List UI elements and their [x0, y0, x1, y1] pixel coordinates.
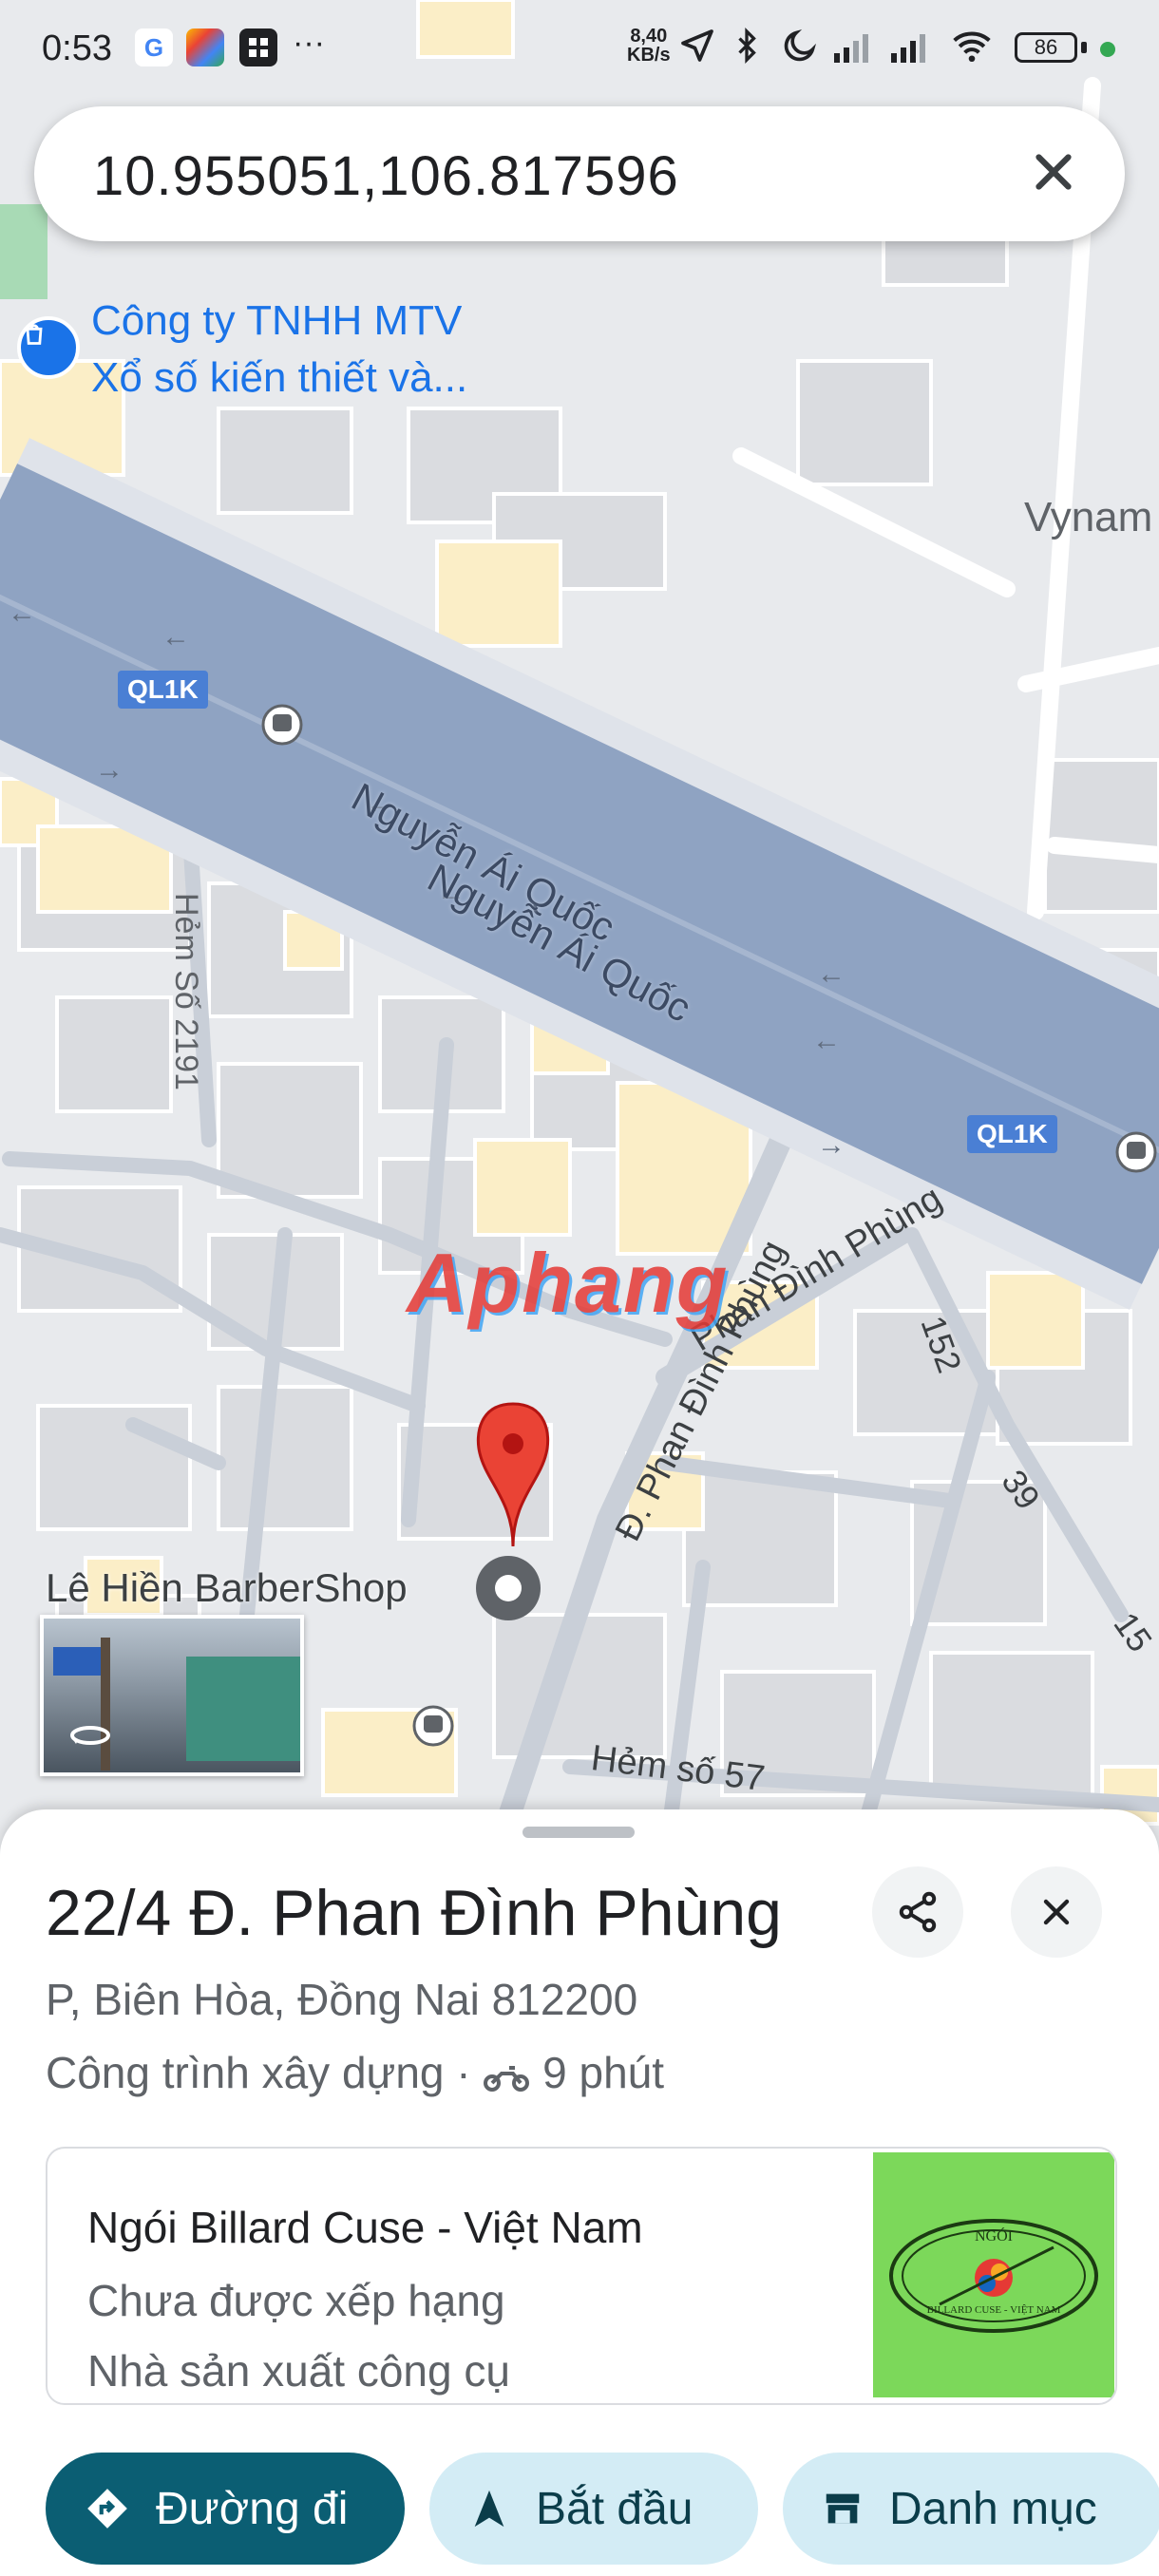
start-label: Bắt đầu [536, 2483, 694, 2534]
start-navigation-button[interactable]: Bắt đầu [429, 2453, 758, 2565]
net-speed-value: 8,40 [630, 26, 668, 47]
directions-icon [87, 2489, 127, 2529]
svg-text:←: ← [817, 958, 846, 990]
place-category: Công trình xây dựng [46, 2048, 445, 2097]
place-address: P, Biên Hòa, Đồng Nai 812200 [46, 1975, 638, 2024]
status-time: 0:53 [42, 28, 112, 68]
status-bar: 0:53 G ··· 8,40 KB/s 86 [0, 0, 1159, 99]
app-icon [239, 28, 277, 66]
net-speed-unit: KB/s [627, 45, 671, 66]
more-notifications-icon: ··· [293, 25, 325, 61]
navigation-arrow-icon [474, 2490, 504, 2528]
signal-icon [834, 34, 868, 63]
logo-text-bottom: BILLARD CUSE - VIỆT NAM [926, 2304, 1061, 2316]
share-button[interactable] [872, 1866, 963, 1958]
search-bar[interactable]: 10.955051,106.817596 [34, 106, 1125, 241]
nearby-place-card[interactable]: Ngói Billard Cuse - Việt Nam Chưa được x… [46, 2147, 1117, 2405]
place-label[interactable]: Công ty TNHH MTV Xổ số kiến thiết và... [91, 293, 467, 407]
battery-icon: 86 [1015, 32, 1077, 63]
close-sheet-button[interactable] [1011, 1866, 1102, 1958]
search-query[interactable]: 10.955051,106.817596 [93, 144, 679, 208]
directions-button[interactable]: Đường đi [46, 2453, 405, 2565]
do-not-disturb-moon-icon [784, 28, 817, 62]
photos-icon [186, 28, 224, 66]
barbershop-label[interactable]: Lê Hiền BarberShop [46, 1565, 408, 1611]
svg-text:→: → [817, 1129, 846, 1161]
logo-text-top: NGÓI [975, 2228, 1013, 2245]
net-speed: 8,40 KB/s [627, 27, 671, 65]
road-shield-ql1k: QL1K [967, 1115, 1057, 1153]
battery-level: 86 [1034, 35, 1058, 59]
alley-label-2191: Hẻm Số 2191 [168, 893, 204, 1090]
svg-text:←: ← [812, 1025, 841, 1056]
travel-time: 9 phút [542, 2048, 665, 2097]
nearby-place-logo-image: NGÓI BILLARD CUSE - VIỆT NAM [873, 2152, 1114, 2397]
google-icon: G [135, 28, 173, 66]
place-label-line1: Công ty TNHH MTV [91, 297, 463, 344]
road-shield-ql1k: QL1K [118, 671, 208, 709]
svg-text:→: → [95, 754, 124, 786]
watermark-logo: Aphang [407, 1236, 730, 1330]
svg-text:←: ← [162, 621, 190, 653]
catalog-button[interactable]: Danh mục [783, 2453, 1159, 2565]
nearby-place-rating: Chưa được xếp hạng [87, 2276, 505, 2325]
street-view-thumbnail[interactable] [40, 1615, 304, 1776]
location-icon [681, 29, 713, 62]
meta-separator: · [456, 2048, 471, 2097]
close-icon [1043, 1899, 1070, 1925]
catalog-label: Danh mục [889, 2483, 1097, 2534]
close-icon [1036, 154, 1072, 190]
clear-search-button[interactable] [1024, 142, 1083, 201]
place-title: 22/4 Đ. Phan Đình Phùng [46, 1877, 782, 1949]
nearby-place-category: Nhà sản xuất công cụ [87, 2346, 510, 2396]
motorbike-icon [484, 2065, 530, 2092]
sheet-drag-handle[interactable] [522, 1827, 635, 1838]
place-meta: Công trình xây dựng · 9 phút [46, 2047, 664, 2098]
map-view[interactable]: ← ← → ← → ← ← → Công ty TNHH MTV Xổ số k… [0, 0, 1159, 1862]
wifi-icon [953, 31, 991, 63]
directions-label: Đường đi [156, 2483, 349, 2534]
bluetooth-icon [738, 28, 756, 64]
place-label-line2: Xổ số kiến thiết và... [91, 354, 468, 401]
storefront-icon [826, 2493, 860, 2524]
street-view-360-icon [68, 1723, 112, 1748]
place-marker-icon[interactable] [17, 316, 80, 379]
nearby-place-name: Ngói Billard Cuse - Việt Nam [87, 2203, 643, 2252]
status-indicator-dot [1100, 42, 1115, 57]
map-edge-label: Vynam [1024, 494, 1153, 540]
share-icon [899, 1891, 937, 1933]
signal-icon [891, 34, 925, 63]
svg-text:←: ← [8, 597, 36, 629]
